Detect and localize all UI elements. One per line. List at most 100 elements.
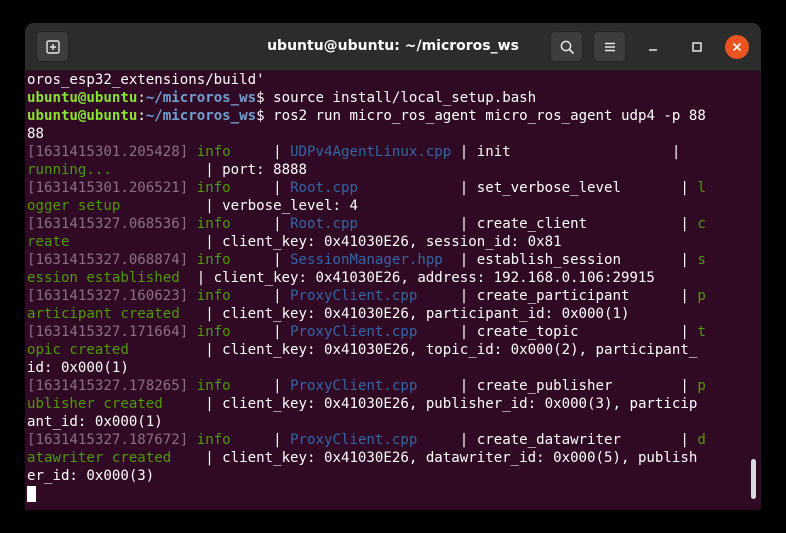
- menu-button[interactable]: [593, 31, 626, 62]
- terminal-line: articipant created | client_key: 0x41030…: [27, 305, 751, 323]
- hamburger-menu-icon: [605, 42, 615, 52]
- log-function: | create_topic |: [417, 324, 698, 340]
- output-text: er_id: 0x000(3): [27, 468, 155, 484]
- log-function: | init |: [451, 144, 681, 160]
- log-separator: |: [273, 144, 291, 160]
- terminal-line: ant_id: 0x000(1): [27, 413, 751, 431]
- log-level: info: [188, 252, 274, 268]
- log-message: articipant created: [27, 306, 206, 322]
- terminal-lines: oros_esp32_extensions/build' ubuntu@ubunt…: [27, 71, 751, 503]
- log-details: | verbose_level: 4: [205, 198, 358, 214]
- log-source-file: SessionManager.hpp: [290, 252, 443, 268]
- log-separator: |: [273, 252, 291, 268]
- log-separator: |: [273, 288, 291, 304]
- log-timestamp: [1631415327.160623]: [27, 288, 189, 304]
- output-text: 88: [27, 126, 44, 142]
- log-source-file: ProxyClient.cpp: [290, 432, 418, 448]
- log-details: | client_key: 0x41030E26, topic_id: 0x00…: [205, 342, 698, 358]
- log-level: info: [188, 378, 274, 394]
- terminal-line: ublisher created | client_key: 0x41030E2…: [27, 395, 751, 413]
- log-message: running...: [27, 162, 206, 178]
- log-function: | create_datawriter |: [417, 432, 698, 448]
- maximize-icon: [692, 42, 702, 52]
- log-details: | client_key: 0x41030E26, session_id: 0x…: [205, 234, 562, 250]
- close-button[interactable]: [725, 35, 749, 59]
- log-source-file: Root.cpp: [290, 216, 358, 232]
- output-text: id: 0x000(1): [27, 360, 129, 376]
- terminal-line: ogger setup | verbose_level: 4: [27, 197, 751, 215]
- log-timestamp: [1631415301.206521]: [27, 180, 189, 196]
- log-message: atawriter created: [27, 450, 206, 466]
- terminal-line: running... | port: 8888: [27, 161, 751, 179]
- log-function: | establish_session |: [442, 252, 698, 268]
- log-message: opic created: [27, 342, 206, 358]
- log-message-start: l: [697, 180, 706, 196]
- prompt-symbol: $: [256, 90, 274, 106]
- terminal-line: oros_esp32_extensions/build': [27, 71, 751, 89]
- log-timestamp: [1631415327.178265]: [27, 378, 189, 394]
- log-function: | create_participant |: [417, 288, 698, 304]
- log-source-file: ProxyClient.cpp: [290, 324, 418, 340]
- log-message-start: d: [697, 432, 706, 448]
- log-message-start: p: [697, 378, 706, 394]
- log-message: ublisher created: [27, 396, 206, 412]
- log-timestamp: [1631415327.187672]: [27, 432, 189, 448]
- terminal-line: opic created | client_key: 0x41030E26, t…: [27, 341, 751, 359]
- terminal-line: id: 0x000(1): [27, 359, 751, 377]
- log-message: reate: [27, 234, 206, 250]
- log-level: info: [188, 432, 274, 448]
- prompt-path: ~/microros_ws: [145, 90, 257, 106]
- output-text: oros_esp32_extensions/build': [27, 72, 265, 88]
- log-function: | set_verbose_level |: [357, 180, 698, 196]
- terminal-output[interactable]: oros_esp32_extensions/build' ubuntu@ubunt…: [25, 71, 761, 510]
- command-text: source install/local_setup.bash: [273, 90, 537, 106]
- log-details: | client_key: 0x41030E26, datawriter_id:…: [205, 450, 698, 466]
- log-source-file: UDPv4AgentLinux.cpp: [290, 144, 452, 160]
- text-cursor: [27, 486, 36, 502]
- log-separator: |: [273, 432, 291, 448]
- log-details: | client_key: 0x41030E26, participant_id…: [205, 306, 630, 322]
- search-icon: [560, 40, 574, 54]
- log-function: | create_publisher |: [417, 378, 698, 394]
- prompt-user: ubuntu@ubuntu: [27, 90, 138, 106]
- terminal-line: ubuntu@ubuntu:~/microros_ws$ source inst…: [27, 89, 751, 107]
- log-message-start: p: [697, 288, 706, 304]
- log-function: | create_client |: [357, 216, 698, 232]
- prompt-separator: :: [137, 108, 146, 124]
- prompt-user: ubuntu@ubuntu: [27, 108, 138, 124]
- log-level: info: [188, 324, 274, 340]
- log-message: ession established: [27, 270, 197, 286]
- log-level: info: [188, 144, 274, 160]
- log-source-file: Root.cpp: [290, 180, 358, 196]
- log-level: info: [188, 288, 274, 304]
- log-timestamp: [1631415301.205428]: [27, 144, 189, 160]
- terminal-line: atawriter created | client_key: 0x41030E…: [27, 449, 751, 467]
- maximize-button[interactable]: [685, 35, 709, 59]
- search-button[interactable]: [550, 31, 583, 62]
- new-tab-button[interactable]: [36, 31, 69, 62]
- log-separator: |: [273, 324, 291, 340]
- log-timestamp: [1631415327.068874]: [27, 252, 189, 268]
- log-message: ogger setup: [27, 198, 206, 214]
- log-message-start: t: [697, 324, 706, 340]
- log-level: info: [188, 180, 274, 196]
- terminal-line: [1631415327.068536] info | Root.cpp | cr…: [27, 215, 751, 233]
- log-timestamp: [1631415327.171664]: [27, 324, 189, 340]
- close-icon: [732, 42, 742, 52]
- new-tab-icon: [46, 40, 60, 54]
- log-details: | port: 8888: [205, 162, 308, 178]
- terminal-line: [1631415327.187672] info | ProxyClient.c…: [27, 431, 751, 449]
- titlebar: ubuntu@ubuntu: ~/microros_ws: [25, 23, 761, 71]
- log-level: info: [188, 216, 274, 232]
- scrollbar-thumb[interactable]: [751, 459, 756, 499]
- terminal-line: ession established | client_key: 0x41030…: [27, 269, 751, 287]
- terminal-line: [1631415327.160623] info | ProxyClient.c…: [27, 287, 751, 305]
- log-source-file: ProxyClient.cpp: [290, 288, 418, 304]
- prompt-path: ~/microros_ws: [145, 108, 257, 124]
- minimize-button[interactable]: [641, 35, 665, 59]
- terminal-line: ubuntu@ubuntu:~/microros_ws$ ros2 run mi…: [27, 107, 751, 125]
- terminal-line: 88: [27, 125, 751, 143]
- log-details: | client_key: 0x41030E26, address: 192.1…: [196, 270, 655, 286]
- terminal-line: [27, 485, 751, 503]
- terminal-window: ubuntu@ubuntu: ~/microros_ws oros_esp32_…: [25, 23, 761, 510]
